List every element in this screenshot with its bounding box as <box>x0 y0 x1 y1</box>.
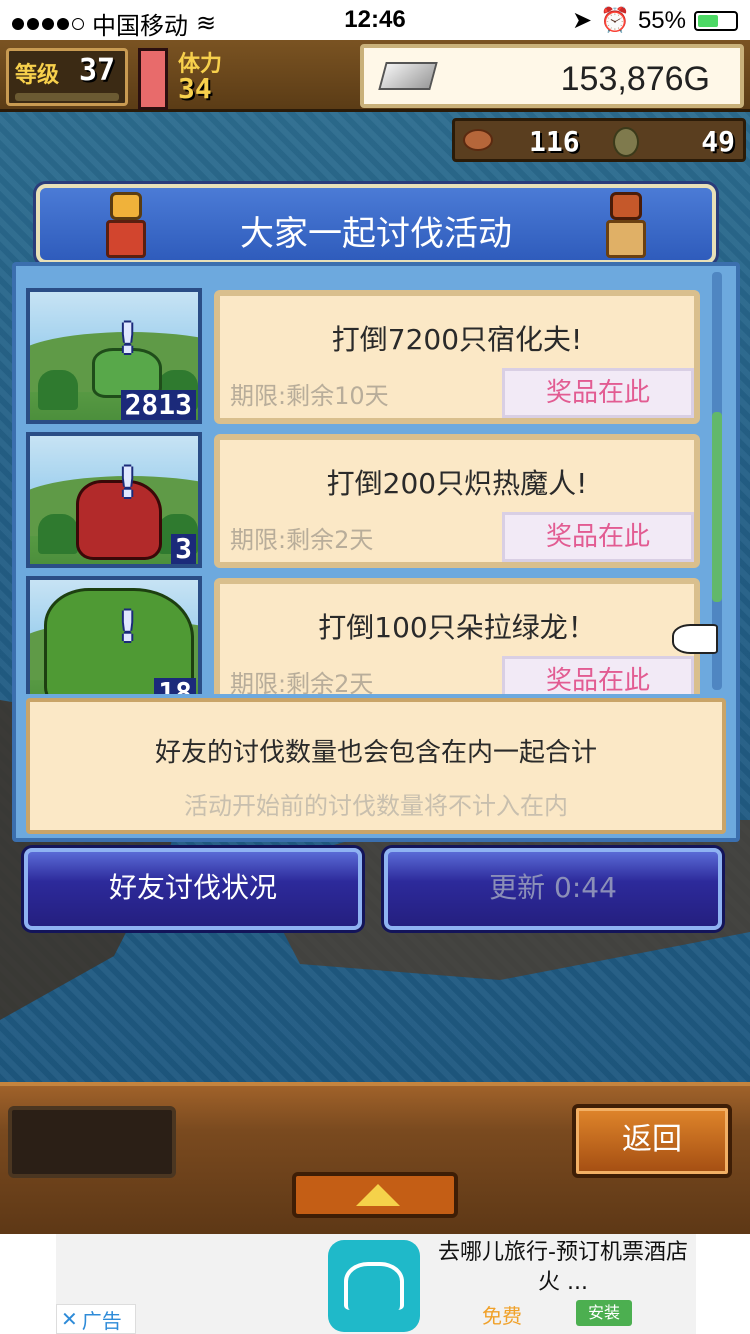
alert-icon: ! <box>118 458 138 507</box>
notice-main-text: 好友的讨伐数量也会包含在内一起合计 <box>154 738 597 768</box>
npc-lancer-icon <box>596 188 656 262</box>
kill-count: 18 <box>154 678 196 694</box>
scrollbar-thumb[interactable] <box>712 412 722 602</box>
event-list[interactable]: ! 2813 打倒7200只宿化夫! 期限:剩余10天 奖品在此 ! 3 打倒2… <box>26 270 702 694</box>
arrow-up-icon <box>356 1184 400 1206</box>
battery-percent: 55% <box>637 6 686 34</box>
level-value: 37 <box>79 53 116 88</box>
ad-close-button[interactable]: ✕ 广告 <box>56 1304 136 1334</box>
empty-slot <box>8 1106 176 1178</box>
notice-sub-text: 活动开始前的讨伐数量将不计入在内 <box>184 792 568 820</box>
food-icon <box>463 129 493 151</box>
level-panel: 等级 37 <box>6 48 128 106</box>
event-deadline: 期限:剩余10天 <box>230 382 389 410</box>
food-value: 116 <box>529 125 580 158</box>
ad-install-button[interactable]: 安装 <box>576 1300 632 1326</box>
prize-button[interactable]: 奖品在此 <box>502 368 694 418</box>
event-item: ! 3 打倒200只炽热魔人! 期限:剩余2天 奖品在此 <box>26 432 702 574</box>
refresh-button[interactable]: 更新 0:44 <box>384 848 722 930</box>
prize-button[interactable]: 奖品在此 <box>502 512 694 562</box>
gold-panel: 153,876G <box>360 44 744 108</box>
monster-thumbnail: ! 3 <box>26 432 202 568</box>
dialog-body: ! 2813 打倒7200只宿化夫! 期限:剩余10天 奖品在此 ! 3 打倒2… <box>12 262 740 842</box>
event-card: 打倒100只朵拉绿龙！ 期限:剩余2天 奖品在此 <box>214 578 700 694</box>
location-icon: ➤ <box>571 7 593 34</box>
ad-price: 免费 <box>482 1304 522 1328</box>
alarm-icon: ⏰ <box>600 7 630 34</box>
ios-status-bar: 中国移动 ≋ 12:46 ➤ ⏰ 55% <box>0 0 750 40</box>
status-right: ➤ ⏰ 55% <box>572 6 738 35</box>
bottom-toolbar: 返回 <box>0 1082 750 1234</box>
dialog-header: 大家一起讨伐活动 <box>36 184 716 264</box>
event-deadline: 期限:剩余2天 <box>230 670 374 694</box>
kill-count: 2813 <box>120 390 196 420</box>
close-icon: ✕ <box>61 1307 78 1331</box>
event-title: 打倒200只炽热魔人! <box>326 467 588 500</box>
gold-value: 153,876G <box>560 60 710 98</box>
level-label: 等级 <box>15 63 60 88</box>
event-card: 打倒200只炽热魔人! 期限:剩余2天 奖品在此 <box>214 434 700 568</box>
ad-banner[interactable]: ✕ 广告 去哪儿旅行-预订机票酒店火 ... 免费 安装 <box>0 1234 750 1334</box>
stamina-gauge <box>138 48 168 110</box>
friend-status-button[interactable]: 好友讨伐状况 <box>24 848 362 930</box>
silver-bar-icon <box>378 62 438 90</box>
prize-button[interactable]: 奖品在此 <box>502 656 694 694</box>
event-deadline: 期限:剩余2天 <box>230 526 374 554</box>
ad-title[interactable]: 去哪儿旅行-预订机票酒店火 ... <box>432 1238 694 1298</box>
notice-panel: 好友的讨伐数量也会包含在内一起合计 活动开始前的讨伐数量将不计入在内 <box>26 698 726 834</box>
event-item: ! 18 打倒100只朵拉绿龙！ 期限:剩余2天 奖品在此 <box>26 576 702 694</box>
ad-label: 广告 <box>81 1308 122 1333</box>
battery-icon <box>694 10 738 31</box>
medal-icon <box>613 127 639 157</box>
exp-bar <box>15 93 119 101</box>
kill-count: 3 <box>171 534 196 564</box>
resource-panel: 116 49 <box>452 118 746 162</box>
camel-app-icon[interactable] <box>328 1240 420 1332</box>
alert-icon: ! <box>118 602 138 651</box>
stamina-value: 34 <box>178 72 212 105</box>
back-button[interactable]: 返回 <box>572 1104 732 1178</box>
medal-value: 49 <box>701 125 735 158</box>
event-card: 打倒7200只宿化夫! 期限:剩余10天 奖品在此 <box>214 290 700 424</box>
pointing-hand-icon <box>672 624 718 654</box>
top-hud: 等级 37 体力 34 153,876G <box>0 40 750 112</box>
alert-icon: ! <box>118 314 138 363</box>
event-item: ! 2813 打倒7200只宿化夫! 期限:剩余10天 奖品在此 <box>26 288 702 430</box>
expand-menu-button[interactable] <box>292 1172 458 1218</box>
event-title: 打倒7200只宿化夫! <box>331 323 583 356</box>
monster-thumbnail: ! 2813 <box>26 288 202 424</box>
monster-thumbnail: ! 18 <box>26 576 202 694</box>
event-title: 打倒100只朵拉绿龙！ <box>318 611 596 644</box>
